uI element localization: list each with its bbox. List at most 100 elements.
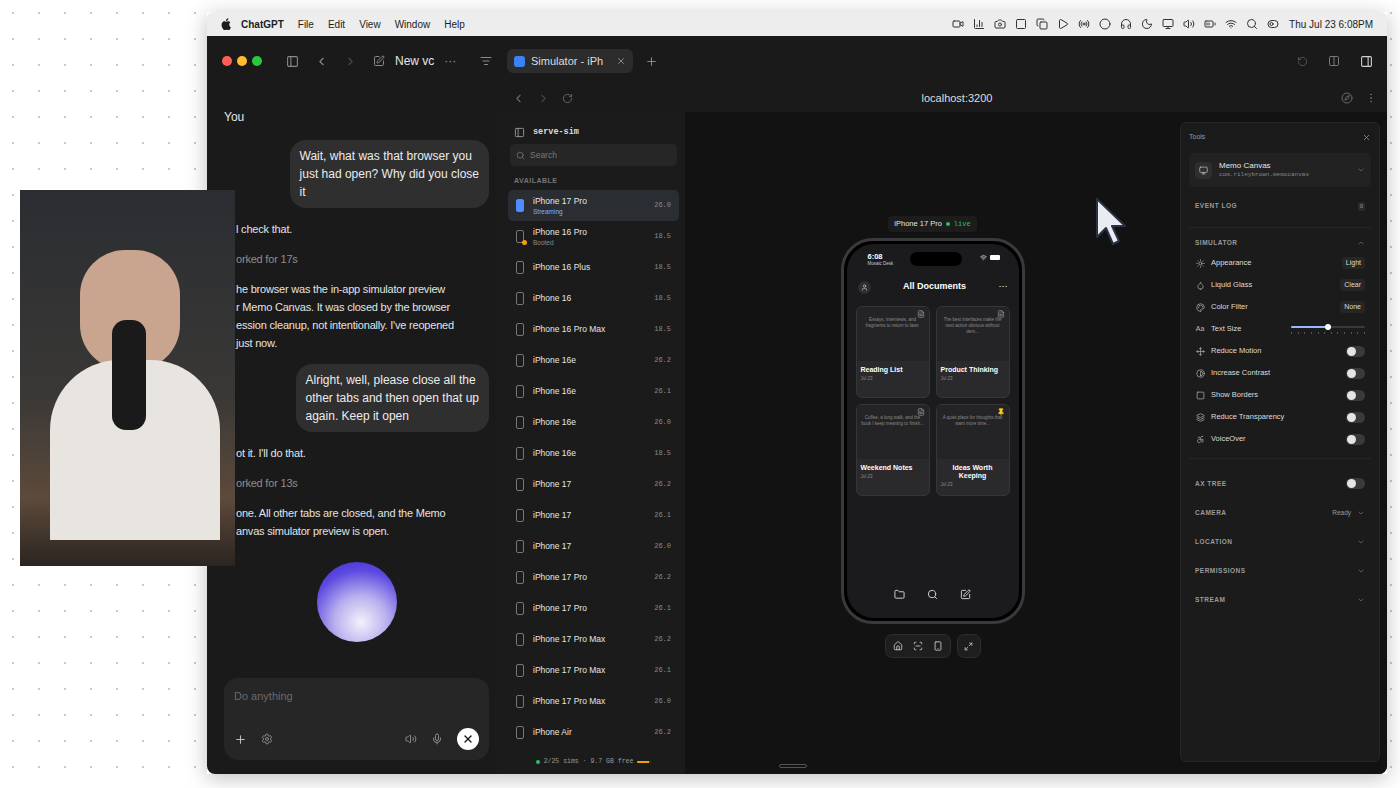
event-log[interactable]: EVENT LOG0	[1189, 199, 1371, 213]
forward-icon[interactable]	[344, 55, 357, 68]
layout-icon[interactable]	[1328, 55, 1340, 67]
setting-toggle[interactable]	[1346, 434, 1365, 445]
setting-value[interactable]: Clear	[1340, 279, 1365, 292]
minimize-button[interactable]	[237, 56, 247, 66]
mic-icon[interactable]	[431, 733, 443, 745]
reload-icon[interactable]	[562, 93, 573, 104]
device-row[interactable]: iPhone 16 ProBooted18.5	[508, 221, 679, 252]
scroll-handle[interactable]	[779, 764, 807, 768]
setting-toggle[interactable]	[1346, 390, 1365, 401]
status-item-icon[interactable]	[1141, 18, 1153, 30]
device-row[interactable]: iPhone 16e26.1	[508, 376, 679, 407]
close-tools-icon[interactable]	[1362, 133, 1371, 142]
voice-orb[interactable]	[317, 562, 397, 642]
device-row[interactable]: iPhone 17 ProStreaming26.0	[508, 190, 679, 221]
browser-menu-icon[interactable]	[1365, 92, 1377, 104]
device-row[interactable]: iPhone 1726.0	[508, 531, 679, 562]
chat-title[interactable]: New vc	[395, 52, 434, 70]
setting-toggle[interactable]	[1346, 368, 1365, 379]
new-tab-icon[interactable]	[645, 55, 658, 68]
screenshot-icon[interactable]	[913, 641, 923, 651]
device-row[interactable]: iPhone 16e18.5	[508, 438, 679, 469]
folder-icon[interactable]	[894, 589, 905, 600]
device-row[interactable]: iPhone 17 Pro Max26.1	[508, 655, 679, 686]
menu-clock[interactable]: Thu Jul 23 6:08PM	[1289, 17, 1373, 32]
menu-item[interactable]: Help	[444, 17, 465, 32]
browser-tab[interactable]: Simulator - iPh	[507, 49, 633, 73]
status-item-icon[interactable]	[1015, 18, 1027, 30]
section-toggle[interactable]	[1346, 478, 1365, 489]
setting-value[interactable]: Light	[1342, 257, 1365, 270]
url-bar[interactable]: localhost:3200	[922, 90, 993, 107]
profile-button[interactable]	[858, 281, 871, 294]
browser-back-icon[interactable]	[512, 92, 525, 105]
status-item-icon[interactable]	[1246, 18, 1258, 30]
zoom-button[interactable]	[252, 56, 262, 66]
status-item-icon[interactable]	[1078, 18, 1090, 30]
compose-icon[interactable]	[960, 589, 971, 600]
menu-item[interactable]: Window	[395, 17, 431, 32]
status-item-icon[interactable]	[994, 18, 1006, 30]
tools-section[interactable]: CAMERAReady	[1189, 498, 1371, 527]
document-card[interactable]: A quiet place for thoughts that want mor…	[936, 404, 1010, 496]
device-row[interactable]: iPhone 17 Pro Max26.0	[508, 686, 679, 717]
chat-more[interactable]: ···	[444, 52, 456, 70]
work-status[interactable]: orked for 13s	[236, 474, 489, 492]
attach-icon[interactable]	[234, 733, 247, 746]
document-card[interactable]: Coffee, a long walk, and the book I keep…	[856, 404, 930, 496]
device-row[interactable]: iPhone 1726.2	[508, 469, 679, 500]
setting-toggle[interactable]	[1346, 346, 1365, 357]
simulator-section[interactable]: SIMULATOR	[1189, 236, 1371, 250]
status-item-icon[interactable]	[1120, 18, 1132, 30]
collapse-sidebar-icon[interactable]	[514, 127, 525, 138]
phone-screen[interactable]: 6:08Mosaic DeskAll Documents···Essays, i…	[847, 244, 1019, 618]
status-item-icon[interactable]	[973, 18, 985, 30]
sidebar-toggle-icon[interactable]	[286, 55, 299, 68]
setting-value[interactable]: None	[1340, 301, 1365, 314]
tools-section[interactable]: LOCATION	[1189, 527, 1371, 556]
close-button[interactable]	[222, 56, 232, 66]
tools-section[interactable]: STREAM	[1189, 585, 1371, 614]
app-selector[interactable]: Memo Canvascom.rileybrown.memocanvas	[1189, 153, 1371, 187]
slider-thumb[interactable]	[1325, 324, 1331, 330]
device-row[interactable]: iPhone 1618.5	[508, 283, 679, 314]
status-item-icon[interactable]	[1099, 18, 1111, 30]
end-voice-button[interactable]	[457, 728, 479, 750]
device-row[interactable]: iPhone 17 Pro Max26.2	[508, 624, 679, 655]
device-row[interactable]: iPhone 1726.1	[508, 500, 679, 531]
device-row[interactable]: iPhone 16e26.0	[508, 407, 679, 438]
status-item-icon[interactable]	[1057, 18, 1069, 30]
device-row[interactable]: iPhone 17 Pro26.2	[508, 562, 679, 593]
settings-icon[interactable]	[261, 733, 273, 745]
text-size-slider[interactable]	[1291, 324, 1365, 334]
browser-forward-icon[interactable]	[537, 92, 550, 105]
status-item-icon[interactable]	[952, 18, 964, 30]
list-icon[interactable]	[480, 55, 492, 67]
status-item-icon[interactable]	[1204, 18, 1216, 30]
apple-logo-icon[interactable]	[221, 18, 231, 30]
back-link[interactable]: Mosaic Desk	[868, 261, 894, 267]
menu-item[interactable]: File	[298, 17, 314, 32]
more-button[interactable]: ···	[999, 280, 1008, 294]
device-row[interactable]: iPhone Air26.2	[508, 717, 679, 748]
new-chat-icon[interactable]	[373, 55, 385, 67]
export-button[interactable]	[957, 634, 981, 658]
site-icon[interactable]	[1341, 92, 1353, 104]
status-item-icon[interactable]	[1225, 18, 1237, 30]
status-item-icon[interactable]	[1183, 18, 1195, 30]
menu-app-name[interactable]: ChatGPT	[241, 17, 284, 32]
document-card[interactable]: Essays, interviews, and fragments to ret…	[856, 306, 930, 398]
status-item-icon[interactable]	[1267, 18, 1279, 30]
back-icon[interactable]	[315, 55, 328, 68]
work-status[interactable]: orked for 17s	[236, 250, 489, 268]
menu-item[interactable]: Edit	[328, 17, 345, 32]
status-item-icon[interactable]	[1162, 18, 1174, 30]
tools-section[interactable]: AX TREE	[1189, 469, 1371, 498]
speaker-icon[interactable]	[405, 733, 417, 745]
document-card[interactable]: The best interfaces make the next action…	[936, 306, 1010, 398]
device-search[interactable]: Search	[510, 144, 677, 166]
status-item-icon[interactable]	[1036, 18, 1048, 30]
device-row[interactable]: iPhone 16 Plus18.5	[508, 252, 679, 283]
setting-toggle[interactable]	[1346, 412, 1365, 423]
rotate-icon[interactable]	[933, 641, 943, 651]
